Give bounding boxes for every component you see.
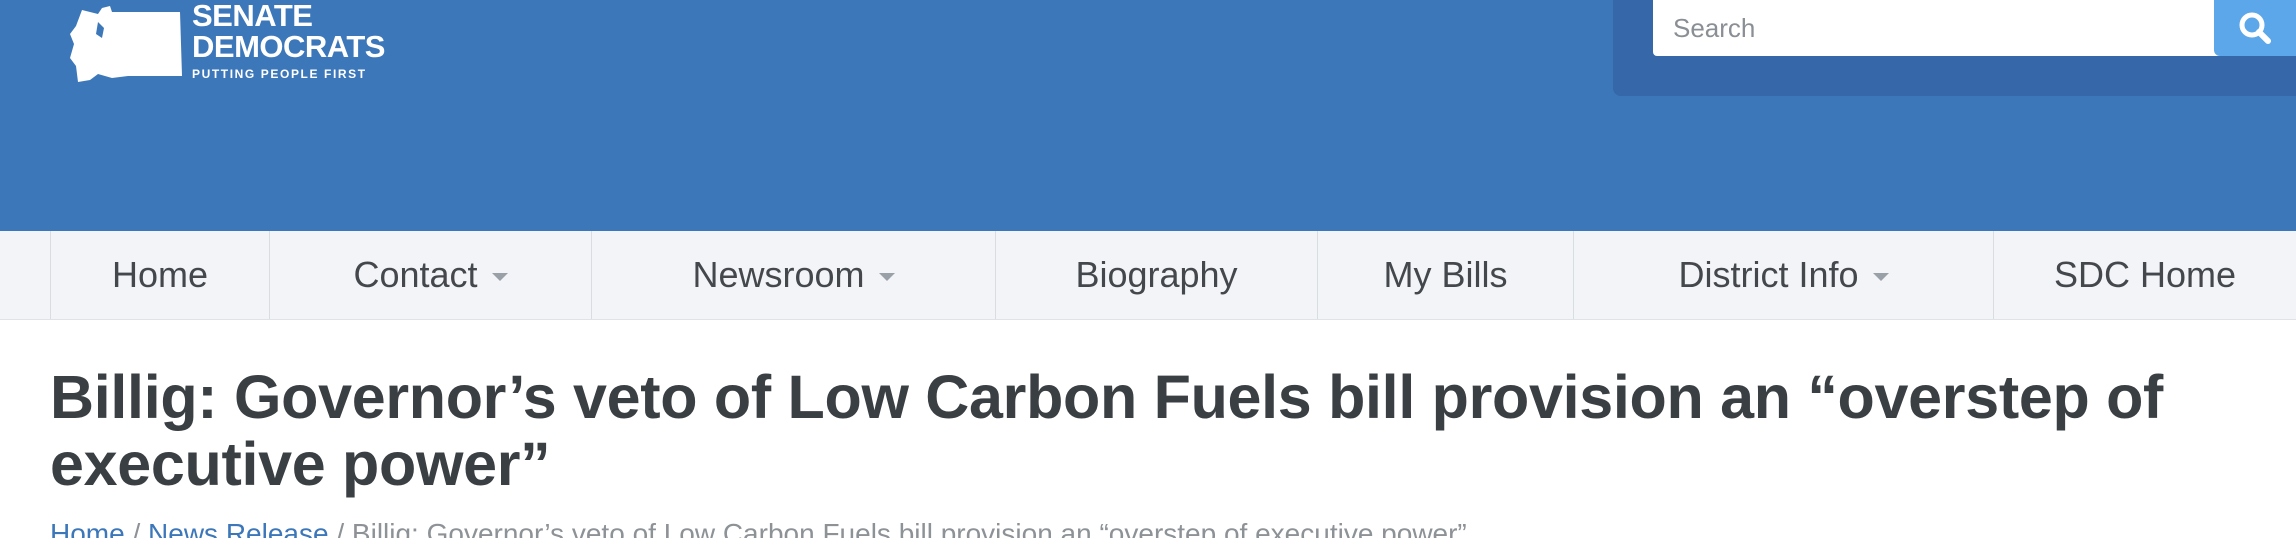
nav-item-label: District Info [1678,254,1859,295]
site-header: SENATE DEMOCRATS PUTTING PEOPLE FIRST [0,0,2296,231]
logo-line1: SENATE [192,0,313,33]
nav-item-sdc-home[interactable]: SDC Home [1993,231,2296,319]
nav-item-home[interactable]: Home [50,231,269,319]
site-logo[interactable]: SENATE DEMOCRATS PUTTING PEOPLE FIRST [68,0,385,86]
caret-down-icon [1872,273,1889,281]
nav-item-label: Newsroom [692,254,865,295]
breadcrumb-home-link[interactable]: Home [50,518,125,538]
main-nav: Home Contact Newsroom Biography My Bills… [0,231,2296,320]
nav-item-biography[interactable]: Biography [995,231,1317,319]
breadcrumb-section-link[interactable]: News Release [148,518,329,538]
nav-item-district-info[interactable]: District Info [1573,231,1993,319]
nav-item-label: SDC Home [2053,254,2237,295]
breadcrumb-current: Billig: Governor’s veto of Low Carbon Fu… [351,518,1467,538]
caret-down-icon [878,273,895,281]
nav-item-label: Contact [353,254,478,295]
nav-item-my-bills[interactable]: My Bills [1317,231,1573,319]
page-title: Billig: Governor’s veto of Low Carbon Fu… [50,363,2164,498]
search-panel [1613,0,2296,96]
search-button[interactable] [2214,0,2296,56]
nav-item-label: Biography [1075,254,1238,295]
breadcrumb-separator: / [328,518,352,538]
caret-down-icon [491,273,508,281]
nav-item-label: My Bills [1383,254,1508,295]
logo-line2: DEMOCRATS [192,29,385,64]
breadcrumb: Home / News Release / Billig: Governor’s… [50,518,1467,538]
search-input[interactable] [1653,0,2245,56]
nav-item-contact[interactable]: Contact [269,231,591,319]
search-icon [2239,12,2271,44]
breadcrumb-separator: / [124,518,149,538]
logo-tagline: PUTTING PEOPLE FIRST [192,67,367,81]
nav-item-newsroom[interactable]: Newsroom [591,231,995,319]
logo-text: SENATE DEMOCRATS PUTTING PEOPLE FIRST [192,0,385,81]
washington-state-icon [70,6,182,82]
nav-item-label: Home [111,254,209,295]
